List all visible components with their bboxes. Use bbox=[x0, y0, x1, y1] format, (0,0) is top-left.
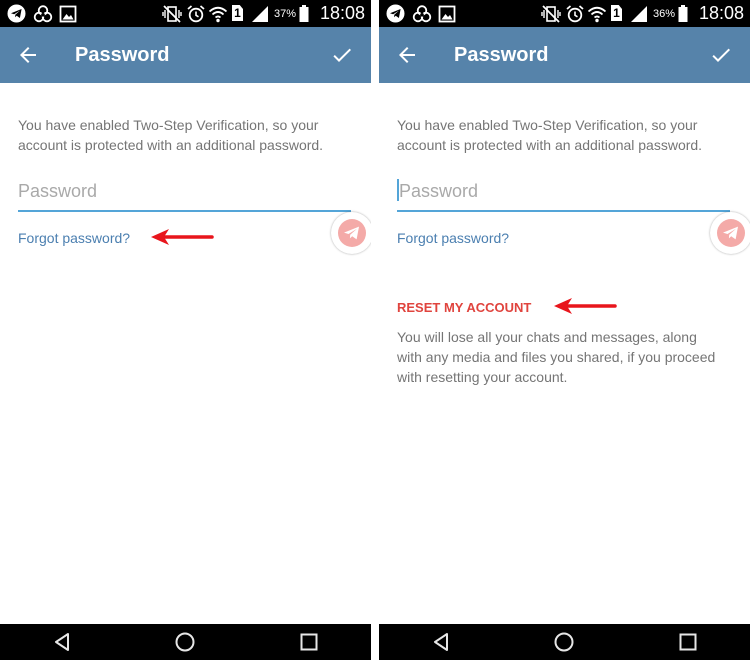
password-field[interactable] bbox=[18, 172, 351, 212]
page-title: Password bbox=[454, 44, 549, 66]
back-arrow-icon[interactable] bbox=[16, 43, 40, 67]
telegram-icon bbox=[386, 4, 405, 23]
warning-line: with resetting your account. bbox=[397, 369, 568, 385]
telegram-plane-icon bbox=[723, 226, 738, 240]
phone-screen-right: 1 36% 18:08 Password You have enabled Tw… bbox=[379, 0, 750, 660]
navigation-bar bbox=[379, 624, 750, 660]
checkmark-icon[interactable] bbox=[330, 43, 354, 67]
annotation-arrow bbox=[554, 298, 617, 314]
annotation-arrow bbox=[151, 229, 214, 245]
nav-recents-icon[interactable] bbox=[676, 630, 700, 654]
page-title: Password bbox=[75, 44, 170, 66]
alarm-icon bbox=[566, 5, 584, 23]
battery-icon bbox=[299, 5, 309, 22]
alarm-icon bbox=[187, 5, 205, 23]
floating-chat-button[interactable] bbox=[331, 212, 371, 254]
battery-percentage: 36% bbox=[653, 8, 676, 20]
reset-warning-text: You will lose all your chats and message… bbox=[397, 327, 715, 387]
wifi-icon bbox=[208, 6, 228, 23]
intro-line: You have enabled Two-Step Verification, … bbox=[397, 117, 698, 133]
telegram-icon bbox=[7, 4, 26, 23]
vibrate-off-icon bbox=[541, 5, 561, 23]
checkmark-icon[interactable] bbox=[709, 43, 733, 67]
nav-back-icon[interactable] bbox=[50, 630, 74, 654]
battery-percentage: 37% bbox=[274, 8, 297, 20]
navigation-bar bbox=[0, 624, 371, 660]
sim-icon: 1 bbox=[232, 5, 243, 21]
intro-line: account is protected with an additional … bbox=[18, 137, 324, 153]
intro-line: You have enabled Two-Step Verification, … bbox=[18, 117, 319, 133]
intro-line: account is protected with an additional … bbox=[397, 137, 703, 153]
biohazard-icon bbox=[412, 5, 432, 23]
intro-text: You have enabled Two-Step Verification, … bbox=[397, 115, 702, 155]
sim-icon: 1 bbox=[611, 5, 622, 21]
password-input[interactable] bbox=[18, 174, 351, 208]
status-bar: 1 37% 18:08 bbox=[0, 0, 371, 27]
phone-screen-left: 1 37% 18:08 Password You have enabled Tw… bbox=[0, 0, 371, 660]
warning-line: You will lose all your chats and message… bbox=[397, 329, 697, 345]
vibrate-off-icon bbox=[162, 5, 182, 23]
signal-icon bbox=[252, 6, 268, 22]
forgot-password-link[interactable]: Forgot password? bbox=[397, 229, 509, 247]
back-arrow-icon[interactable] bbox=[395, 43, 419, 67]
intro-text: You have enabled Two-Step Verification, … bbox=[18, 115, 323, 155]
nav-home-icon[interactable] bbox=[172, 629, 198, 655]
signal-icon bbox=[631, 6, 647, 22]
clock: 18:08 bbox=[698, 3, 744, 23]
warning-line: with any media and files you shared, if … bbox=[397, 349, 716, 365]
password-field[interactable] bbox=[397, 172, 732, 212]
app-bar: Password bbox=[379, 27, 750, 83]
gallery-icon bbox=[438, 5, 456, 23]
floating-chat-button[interactable] bbox=[710, 212, 750, 254]
reset-account-button[interactable]: RESET MY ACCOUNT bbox=[397, 300, 531, 316]
telegram-plane-icon bbox=[344, 226, 359, 240]
password-input[interactable] bbox=[397, 174, 732, 208]
clock: 18:08 bbox=[319, 3, 365, 23]
status-bar: 1 36% 18:08 bbox=[379, 0, 750, 27]
biohazard-icon bbox=[33, 5, 53, 23]
nav-back-icon[interactable] bbox=[429, 630, 453, 654]
battery-icon bbox=[678, 5, 688, 22]
gallery-icon bbox=[59, 5, 77, 23]
nav-recents-icon[interactable] bbox=[297, 630, 321, 654]
wifi-icon bbox=[587, 6, 607, 23]
app-bar: Password bbox=[0, 27, 371, 83]
forgot-password-link[interactable]: Forgot password? bbox=[18, 229, 130, 247]
nav-home-icon[interactable] bbox=[551, 629, 577, 655]
